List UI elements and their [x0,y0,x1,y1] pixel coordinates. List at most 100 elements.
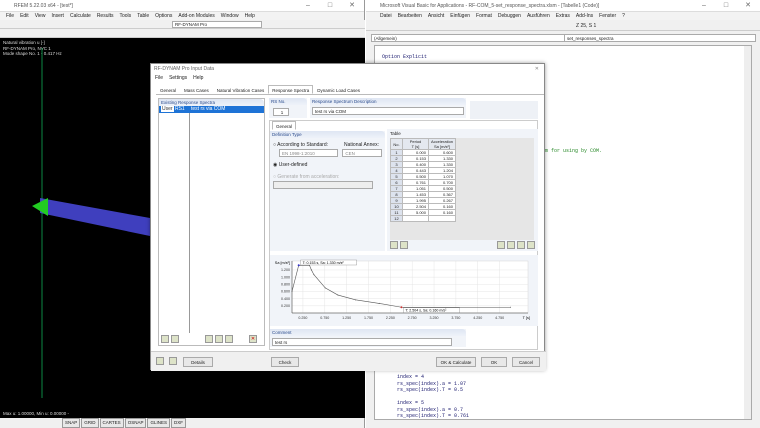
x-tick-label: 1.250 [342,316,351,320]
cancel-button[interactable]: Cancel [512,357,540,367]
menu-item-help[interactable]: Help [245,12,255,20]
radio-standard[interactable]: ○ According to Standard: National Annex: [273,141,382,149]
menu-item-options[interactable]: Options [155,12,172,20]
status-osnap[interactable]: OSNAP [124,418,147,428]
comment-combobox[interactable]: test rs [272,338,452,346]
new-icon[interactable] [161,335,169,343]
code-line: rs_spec(index).T = 0.5 [397,387,464,393]
tab-response-spectra[interactable]: Response Spectra [268,85,314,94]
close-button[interactable]: ✕ [738,0,758,12]
export-icon[interactable] [225,335,233,343]
menu-item-add-on-modules[interactable]: Add-on Modules [178,12,214,20]
menu-item[interactable]: Ansicht [428,12,444,20]
details-button[interactable]: Details [183,357,213,367]
national-annex-label: National Annex: [344,142,380,148]
maximize-button[interactable]: □ [320,0,340,12]
module-select[interactable]: RF-DYNAM Pro [172,21,262,28]
data-point [291,290,293,292]
menu-item[interactable]: Extras [556,12,570,20]
rf-dynam-dialog: RF-DYNAM Pro Input Data ✕ File Settings Hel… [150,63,546,371]
copy-icon[interactable] [171,335,179,343]
help-icon[interactable] [156,357,164,365]
status-glines[interactable]: GLINES [147,418,170,428]
menu-item-file[interactable]: File [155,74,163,82]
panel-header: Definition Type [270,131,385,138]
import-icon[interactable] [215,335,223,343]
standard-select[interactable]: EN 1998-1:2010 [279,149,339,157]
acceleration-cell[interactable] [427,215,457,222]
zoom-icon[interactable] [517,241,525,249]
vertical-scrollbar[interactable] [744,46,751,419]
radio-generate[interactable]: ○ Generate from acceleration: [273,173,382,181]
close-button[interactable]: ✕ [342,0,362,12]
menu-item[interactable]: Add-Ins [576,12,593,20]
period-cell[interactable] [402,215,429,222]
x-tick-label: 3.750 [451,316,460,320]
menu-item-insert[interactable]: Insert [51,12,64,20]
spectrum-list-item[interactable]: User RS1 test rs via COM [159,106,264,113]
status-dxf[interactable]: DXF [170,418,186,428]
subtab-general[interactable]: General [272,121,297,130]
check-button[interactable]: Check [271,357,299,367]
menu-item-view[interactable]: View [35,12,46,20]
table-tab[interactable]: Table [387,129,538,138]
ok-button[interactable]: OK [481,357,507,367]
ok-calculate-button[interactable]: OK & Calculate [436,357,476,367]
menu-item[interactable]: Einfügen [450,12,470,20]
object-select[interactable]: (Allgemein) [371,34,566,42]
menu-item-help[interactable]: Help [193,74,203,82]
panel-header: Response Spectrum Description [310,98,466,105]
import-excel-icon[interactable] [497,241,505,249]
code-block: index = 4 rs_spec(index).a = 1.07 rs_spec(… [397,374,469,420]
panel-header: Comment [270,329,466,336]
procedure-select[interactable]: set_responses_spectra [564,34,756,42]
vba-menubar: Datei Bearbeiten Ansicht Einfügen Format Debu… [366,12,760,20]
menu-item-file[interactable]: File [6,12,14,20]
menu-item[interactable]: Ausführen [527,12,550,20]
save-icon[interactable] [507,241,515,249]
tab-mass-cases[interactable]: Mass Cases [180,85,213,94]
menu-item-calculate[interactable]: Calculate [70,12,91,20]
delete-icon[interactable]: ✕ [249,335,257,343]
marker-min [400,306,403,309]
close-button[interactable]: ✕ [535,64,539,74]
minimize-button[interactable]: – [298,0,318,12]
description-combobox[interactable]: test rs via COM [312,107,464,115]
maximize-button[interactable]: □ [716,0,736,12]
table-row[interactable]: 12 [390,215,457,222]
menu-item-results[interactable]: Results [97,12,114,20]
y-tick-label: 1.000 [281,275,290,279]
menu-item-settings[interactable]: Settings [169,74,187,82]
menu-item[interactable]: Fenster [599,12,616,20]
menu-item[interactable]: Format [476,12,492,20]
minimize-button[interactable]: – [694,0,714,12]
status-grid[interactable]: GRID [81,418,99,428]
menu-item[interactable]: Debuggen [498,12,521,20]
menu-item-edit[interactable]: Edit [20,12,29,20]
delete-row-icon[interactable] [390,241,398,249]
dialog-title: RF-DYNAM Pro Input Data [154,66,215,72]
export-icon[interactable] [527,241,535,249]
menu-item-window[interactable]: Window [221,12,239,20]
code-comment: m for using by COM. [545,148,603,154]
annex-select[interactable]: CEN [342,149,382,157]
menu-item[interactable]: Bearbeiten [398,12,422,20]
status-snap[interactable]: SNAP [62,418,81,428]
marker-max [297,264,300,267]
menu-item[interactable]: ? [622,12,625,20]
radio-user-defined[interactable]: ◉ User-defined [273,161,382,169]
tab-natural-vibration-cases[interactable]: Natural Vibration Cases [213,85,268,94]
menu-item[interactable]: Datei [380,12,392,20]
status-cartes[interactable]: CARTES [99,418,124,428]
menu-item-table[interactable]: Table [137,12,149,20]
acceleration-select[interactable] [273,181,373,189]
tab-general[interactable]: General [156,85,180,94]
spectrum-table[interactable]: No. Period T [s] Acceleration Sa [m/s²] 10… [390,138,457,222]
x-tick-label: 0.250 [298,316,307,320]
graphics-icon[interactable] [169,357,177,365]
menu-item-tools[interactable]: Tools [120,12,132,20]
tab-dynamic-load-cases[interactable]: Dynamic Load Cases [313,85,364,94]
rs-no-panel: RS No. 1 [269,98,307,118]
clear-icon[interactable] [400,241,408,249]
rename-icon[interactable] [205,335,213,343]
